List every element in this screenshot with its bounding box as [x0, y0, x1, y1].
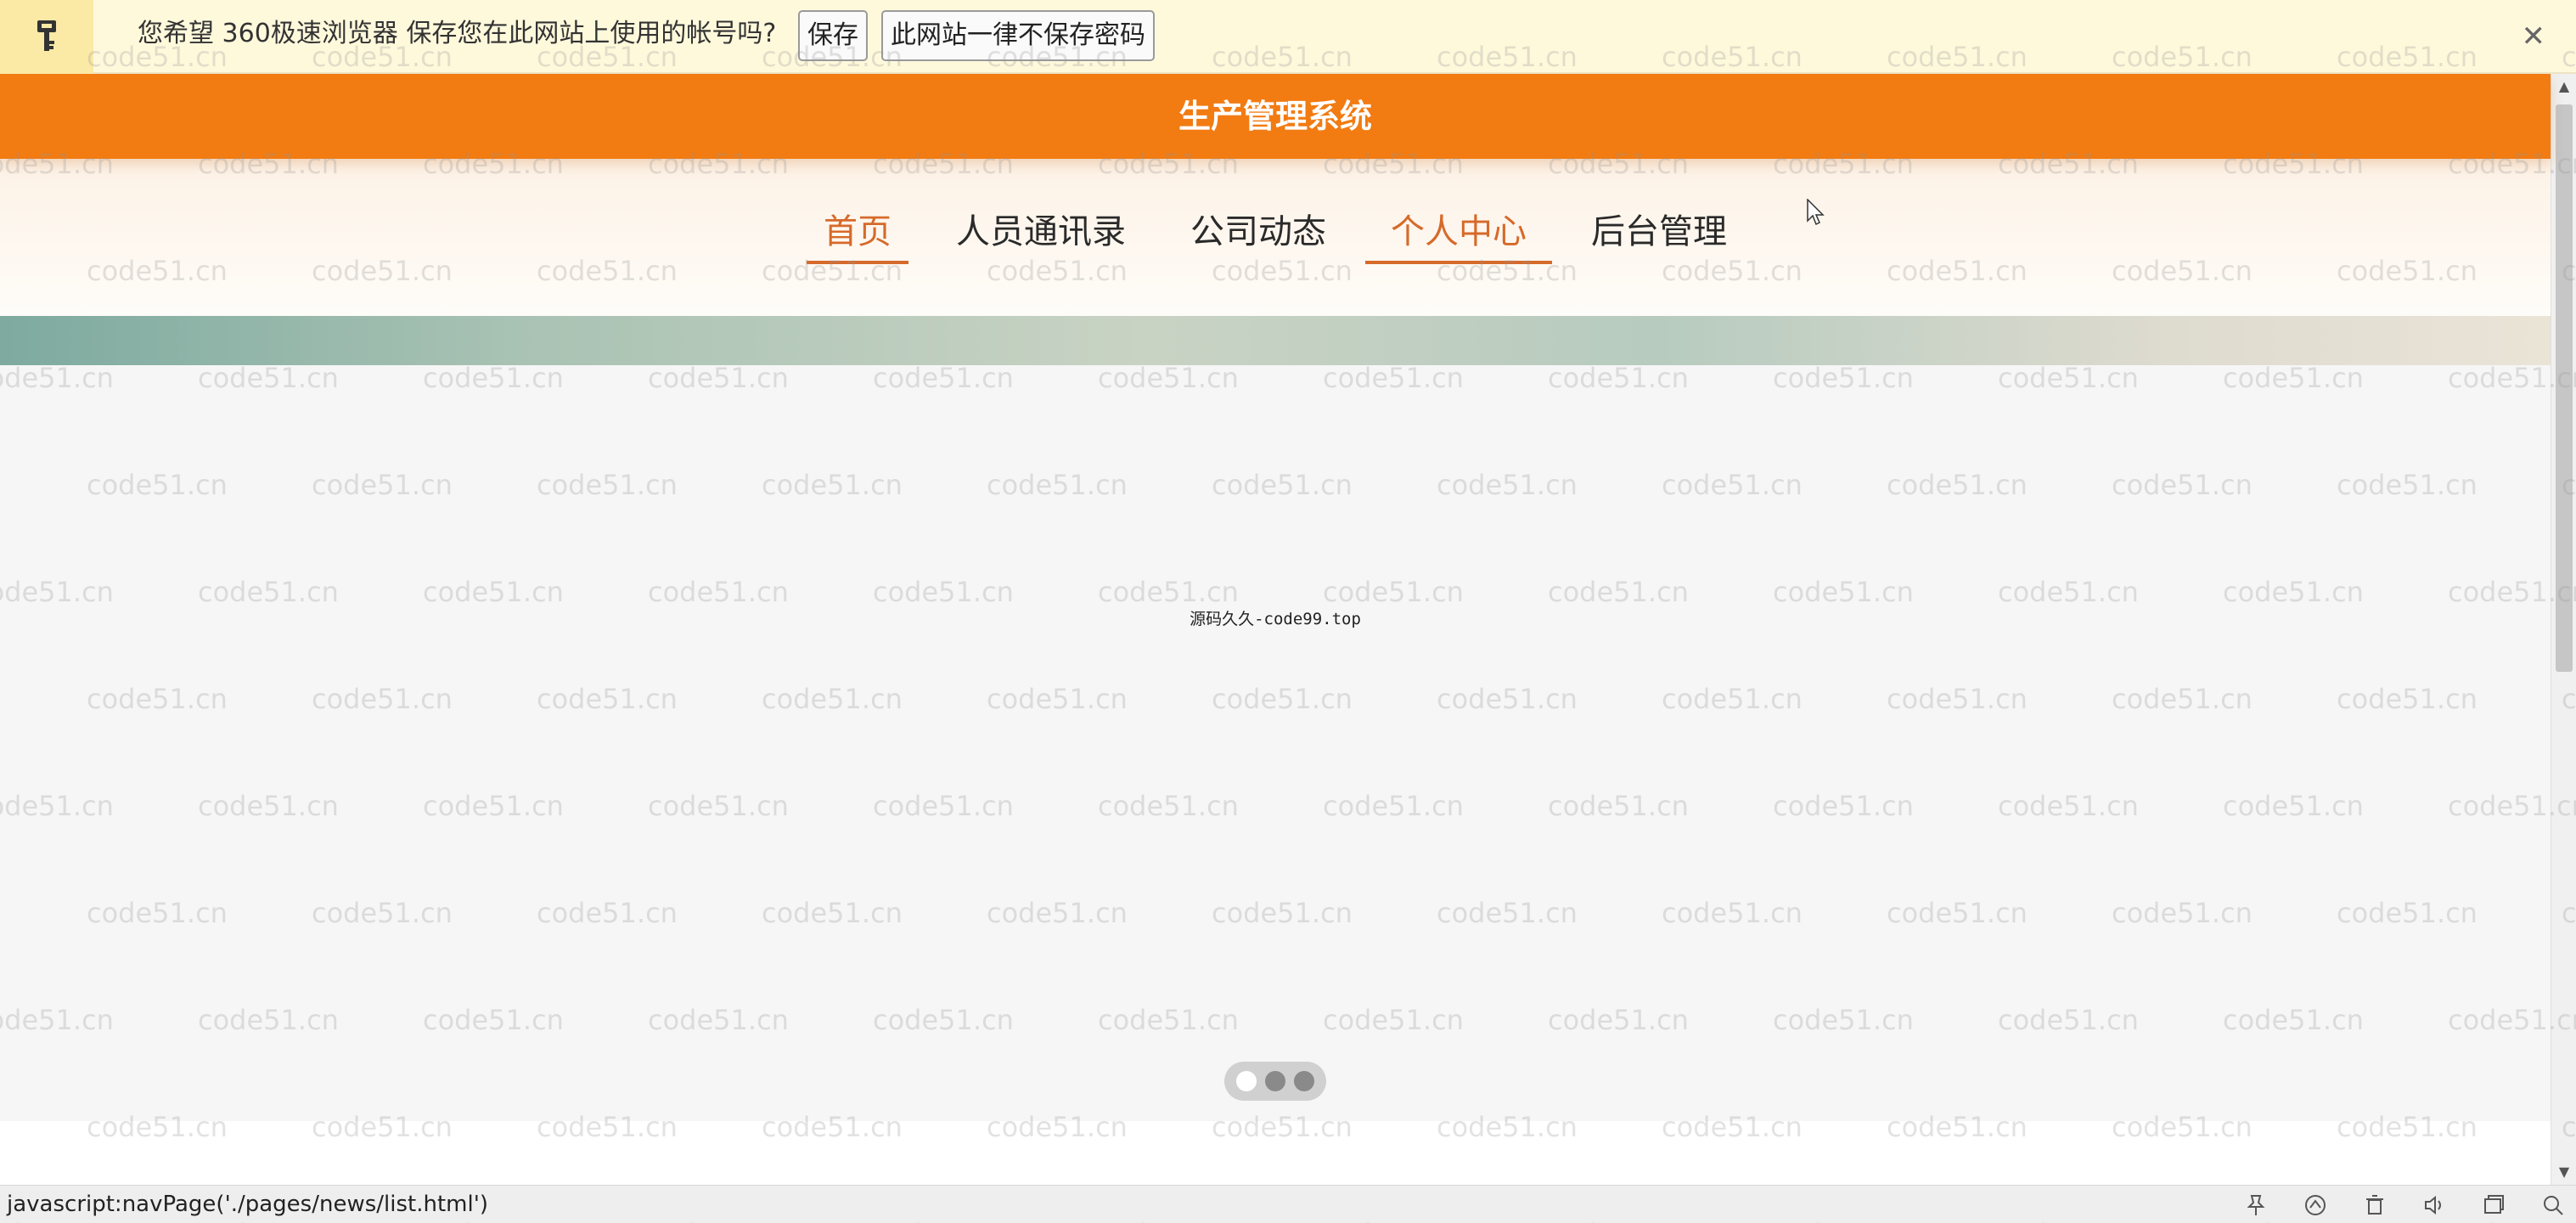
- status-bar: javascript:navPage('./pages/news/list.ht…: [0, 1185, 2576, 1223]
- scrollbar-thumb[interactable]: [2556, 104, 2573, 672]
- carousel-area: 源码久久-code99.top: [0, 365, 2551, 1121]
- nav-item-news[interactable]: 公司动态: [1173, 210, 1343, 264]
- nav-item-admin[interactable]: 后台管理: [1574, 210, 1744, 264]
- nav-item-contacts[interactable]: 人员通讯录: [939, 210, 1143, 264]
- nav-bar: 首页 人员通讯录 公司动态 个人中心 后台管理: [0, 159, 2551, 316]
- nav-menu: 首页 人员通讯录 公司动态 个人中心 后台管理: [0, 210, 2551, 264]
- trash-icon[interactable]: [2360, 1191, 2389, 1220]
- key-icon-box: [0, 0, 93, 74]
- carousel-indicator: [1224, 1062, 1326, 1101]
- status-url: javascript:navPage('./pages/news/list.ht…: [7, 1192, 488, 1217]
- nav-item-home[interactable]: 首页: [807, 210, 908, 264]
- site-header: 生产管理系统: [0, 74, 2551, 159]
- pin-icon[interactable]: [2241, 1191, 2270, 1220]
- key-icon: [37, 20, 56, 51]
- vertical-scrollbar[interactable]: ▲ ▼: [2551, 74, 2576, 1185]
- carousel-dot-2[interactable]: [1265, 1071, 1285, 1091]
- close-icon[interactable]: ✕: [2522, 20, 2546, 53]
- save-password-button[interactable]: 保存: [798, 10, 868, 61]
- site-title: 生产管理系统: [1178, 98, 1372, 135]
- nav-item-personal-center[interactable]: 个人中心: [1365, 210, 1552, 264]
- password-save-bar: 您希望 360极速浏览器 保存您在此网站上使用的帐号吗? 保存 此网站一律不保存…: [0, 0, 2576, 74]
- password-prompt-text: 您希望 360极速浏览器 保存您在此网站上使用的帐号吗?: [138, 19, 777, 48]
- scroll-up-icon[interactable]: ▲: [2551, 74, 2576, 99]
- scroll-down-icon[interactable]: ▼: [2551, 1159, 2576, 1185]
- carousel-dot-1[interactable]: [1236, 1071, 1257, 1091]
- center-text: 源码久久-code99.top: [1190, 610, 1361, 628]
- window-icon[interactable]: [2479, 1191, 2508, 1220]
- mouse-cursor-icon: [1807, 199, 1825, 226]
- speaker-icon[interactable]: [2420, 1191, 2449, 1220]
- speed-icon[interactable]: [2301, 1191, 2330, 1220]
- zoom-icon[interactable]: [2539, 1191, 2568, 1220]
- carousel-dot-3[interactable]: [1294, 1071, 1314, 1091]
- banner-image: [0, 316, 2551, 365]
- never-save-password-button[interactable]: 此网站一律不保存密码: [881, 10, 1155, 61]
